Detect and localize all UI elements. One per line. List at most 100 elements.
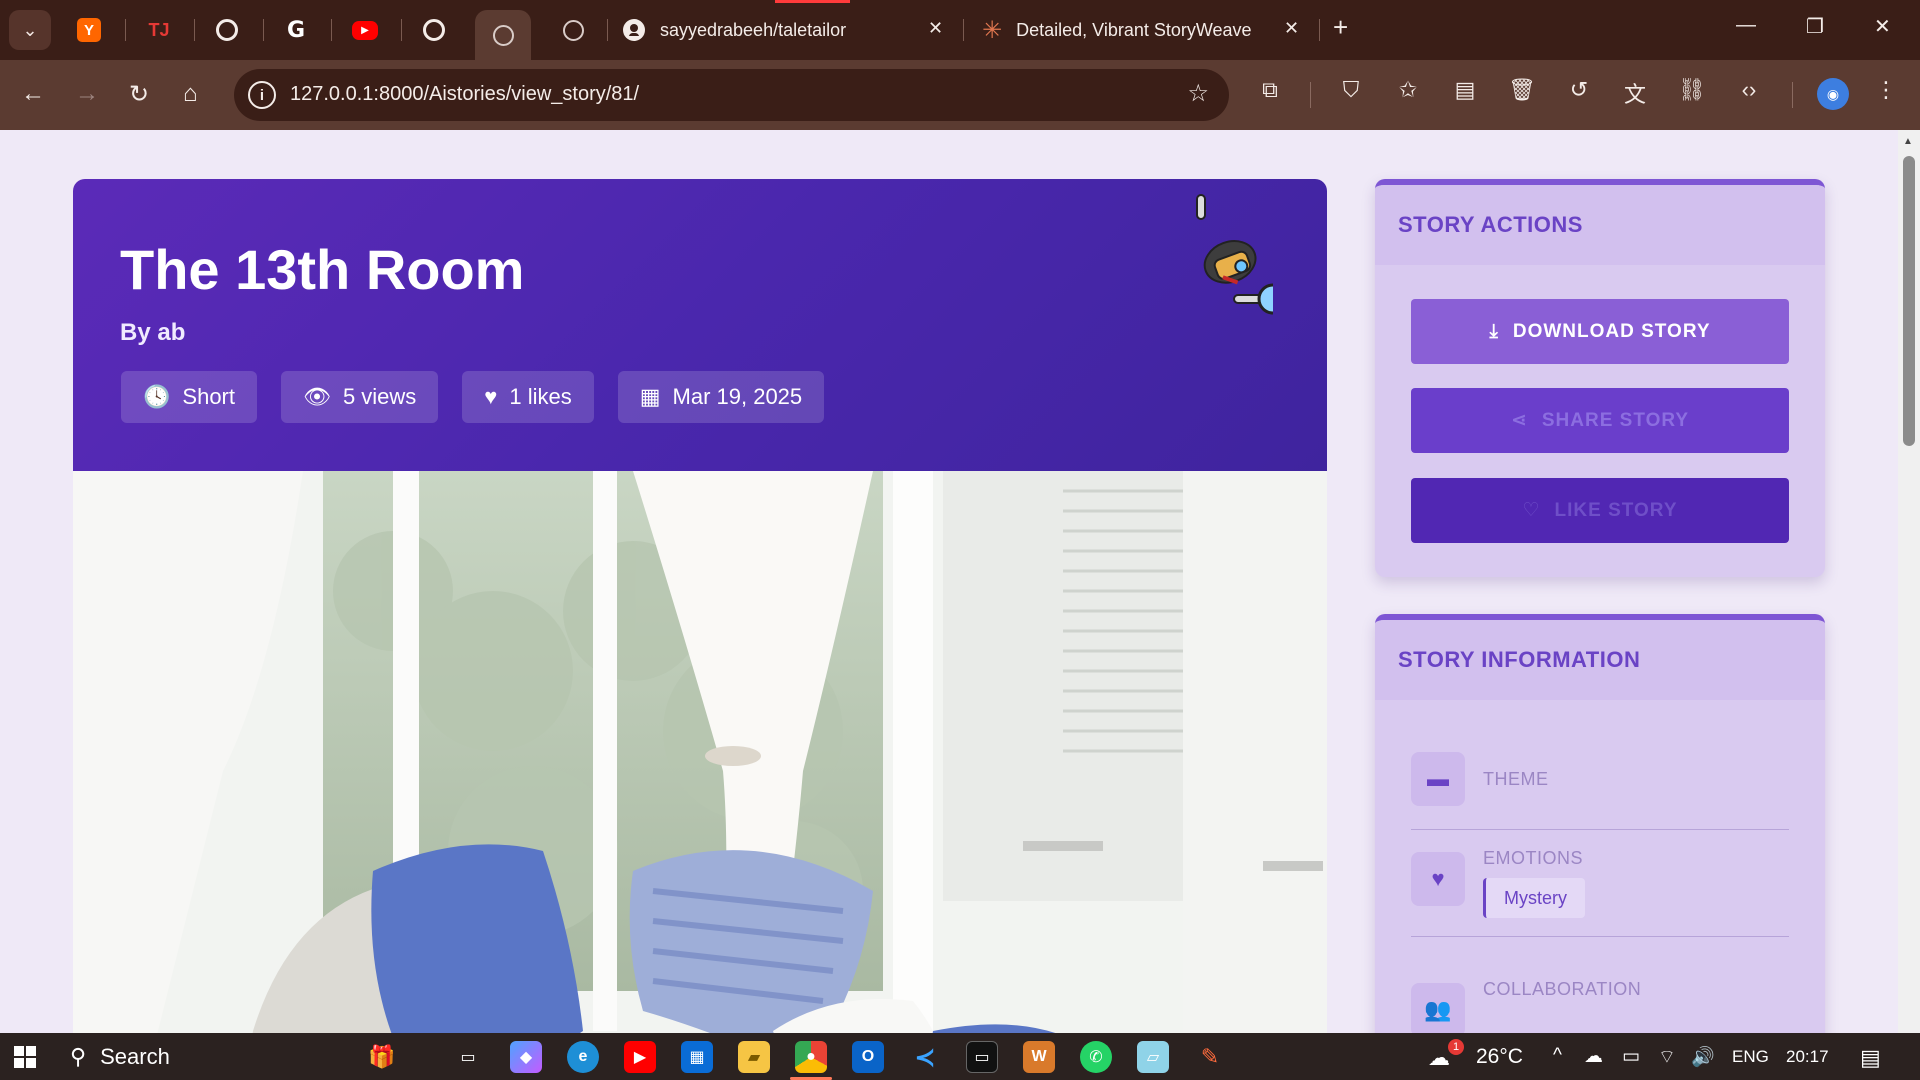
tab-claude[interactable]: ✳ Detailed, Vibrant StoryWeave R — [982, 10, 1267, 50]
story-meta: 🕓 Short 👁 5 views ♥ 1 likes ▦ Mar 19, 20… — [121, 371, 825, 423]
tj-icon: TJ — [148, 19, 170, 40]
address-bar[interactable]: i 127.0.0.1:8000/Aistories/view_story/81… — [234, 69, 1229, 121]
github-icon — [623, 19, 645, 41]
scroll-thumb[interactable] — [1903, 156, 1915, 446]
taskbar-search-label: Search — [100, 1043, 170, 1069]
edge-icon[interactable]: e — [567, 1041, 599, 1073]
page-scrollbar[interactable]: ▲ — [1898, 130, 1920, 1033]
minimize-icon[interactable]: — — [1736, 14, 1756, 37]
incognito-icon[interactable]: ⛉ — [1336, 77, 1366, 103]
battery-icon[interactable]: ▭ — [1622, 1045, 1640, 1068]
new-tab-plus-icon[interactable]: + — [1333, 12, 1348, 43]
tab-loading-indicator — [775, 0, 850, 3]
tab-openai-2[interactable] — [406, 10, 462, 50]
claude-icon: ✳ — [982, 16, 1003, 44]
link-icon[interactable]: ⛓ — [1677, 77, 1707, 103]
tray-overflow-chevron-icon[interactable]: ^ — [1553, 1045, 1562, 1067]
url-text[interactable]: 127.0.0.1:8000/Aistories/view_story/81/ — [290, 83, 639, 106]
tab-separator — [963, 19, 964, 41]
toolbar-separator — [1310, 82, 1311, 108]
share-story-button[interactable]: ⋖ SHARE STORY — [1411, 388, 1789, 453]
home-icon[interactable]: ⌂ — [183, 80, 198, 108]
restore-icon[interactable]: ❐ — [1806, 14, 1824, 39]
tab-tj[interactable]: TJ — [131, 10, 187, 50]
cover-photo — [73, 471, 1327, 1033]
file-explorer-icon[interactable]: ▰ — [738, 1041, 770, 1073]
close-tab-claude-icon[interactable]: ✕ — [1284, 18, 1299, 39]
vscode-icon[interactable]: ≺ — [909, 1041, 941, 1073]
w-app-icon[interactable]: W — [1023, 1041, 1055, 1073]
paint-app-icon[interactable]: ✎ — [1194, 1041, 1226, 1073]
download-icon: ⤓ — [1489, 320, 1499, 342]
profile-avatar[interactable]: ◉ — [1817, 78, 1849, 110]
whatsapp-icon[interactable]: ✆ — [1080, 1041, 1112, 1073]
trash-icon[interactable]: 🗑 — [1507, 77, 1537, 103]
browser-tabstrip: ⌄ Y TJ G ▶ sayyedrabeeh/taletailor ✕ ✳ D… — [0, 0, 1920, 60]
users-icon: 👥 — [1411, 983, 1465, 1033]
history-icon[interactable]: ↺ — [1564, 77, 1594, 103]
youtube-icon: ▶ — [352, 20, 378, 40]
tab-youtube[interactable]: ▶ — [337, 10, 393, 50]
tab-separator — [607, 19, 608, 41]
like-story-button[interactable]: ♡ LIKE STORY — [1411, 478, 1789, 543]
calendar-icon: ▦ — [639, 384, 661, 409]
close-tab-github-icon[interactable]: ✕ — [928, 18, 943, 39]
windows-start-icon[interactable] — [14, 1046, 36, 1068]
language-indicator[interactable]: ENG — [1732, 1047, 1769, 1067]
youtube-app-icon[interactable]: ▶ — [624, 1041, 656, 1073]
heart-outline-icon: ♡ — [1522, 500, 1541, 521]
reading-list-icon[interactable]: ▤ — [1450, 77, 1480, 103]
tab-search-button[interactable]: ⌄ — [9, 10, 51, 50]
tab-github[interactable]: sayyedrabeeh/taletailor — [622, 10, 942, 50]
taskbar-search[interactable]: ⚲ Search — [58, 1037, 418, 1076]
close-window-icon[interactable]: ✕ — [1874, 14, 1891, 39]
network-error-icon[interactable]: ☁ — [1584, 1045, 1603, 1068]
tab-ycombinator[interactable]: Y — [61, 10, 117, 50]
task-view-icon[interactable]: ▭ — [452, 1041, 484, 1073]
story-actions-panel: STORY ACTIONS ⤓ DOWNLOAD STORY ⋖ SHARE S… — [1375, 179, 1825, 577]
date-value: Mar 19, 2025 — [672, 384, 803, 409]
bookmark-star-icon[interactable]: ☆ — [1187, 79, 1209, 108]
tab-current-story[interactable] — [475, 10, 531, 60]
notes-app-icon[interactable]: ▱ — [1137, 1041, 1169, 1073]
eye-icon: 👁 — [303, 384, 331, 409]
length-badge: 🕓 Short — [121, 371, 257, 423]
tab-claude-label: Detailed, Vibrant StoryWeave R — [1016, 19, 1257, 40]
site-info-icon[interactable]: i — [248, 81, 276, 109]
openai-icon — [423, 19, 445, 41]
views-value: 5 views — [342, 384, 417, 409]
terminal-icon[interactable]: ▭ — [966, 1041, 998, 1073]
download-story-button[interactable]: ⤓ DOWNLOAD STORY — [1411, 299, 1789, 364]
gift-widget-icon[interactable]: 🎁 — [366, 1041, 398, 1073]
translate-icon[interactable]: 文 — [1620, 77, 1650, 109]
store-icon[interactable]: ▦ — [681, 1041, 713, 1073]
tab-localhost[interactable] — [545, 10, 601, 50]
forward-arrow-icon[interactable]: → — [75, 80, 99, 108]
code-icon[interactable]: ‹› — [1734, 77, 1764, 103]
theme-label: THEME — [1483, 769, 1549, 789]
browser-toolbar: ← → ↻ ⌂ i 127.0.0.1:8000/Aistories/view_… — [0, 60, 1920, 130]
tab-openai-1[interactable] — [199, 10, 255, 50]
chrome-icon[interactable]: ● — [795, 1041, 827, 1073]
weather-cloud-icon[interactable]: ☁ — [1428, 1045, 1450, 1071]
story-information-heading: STORY INFORMATION — [1375, 620, 1825, 700]
page-viewport: The 13th Room By ab 🕓 Short 👁 5 views ♥ … — [0, 130, 1898, 1033]
volume-icon[interactable]: 🔊 — [1691, 1045, 1715, 1069]
more-menu-icon[interactable]: ⋮ — [1871, 77, 1901, 103]
collaboration-label: COLLABORATION — [1483, 979, 1642, 999]
tab-google[interactable]: G — [268, 10, 324, 50]
share-story-label: SHARE STORY — [1541, 409, 1690, 431]
weather-badge: 1 — [1448, 1039, 1464, 1055]
extensions-puzzle-icon[interactable]: ⧉ — [1255, 77, 1285, 103]
weather-temp[interactable]: 26°C — [1476, 1045, 1523, 1069]
scroll-up-arrow-icon[interactable]: ▲ — [1903, 136, 1913, 147]
wifi-icon[interactable]: ⌔ — [1658, 1045, 1676, 1069]
clock-time[interactable]: 20:17 — [1786, 1047, 1829, 1067]
copilot-icon[interactable]: ◆ — [510, 1041, 542, 1073]
outlook-icon[interactable]: O — [852, 1041, 884, 1073]
notifications-icon[interactable]: ▤ — [1860, 1045, 1881, 1071]
favorites-star-icon[interactable]: ✩ — [1393, 77, 1423, 103]
back-arrow-icon[interactable]: ← — [21, 80, 45, 108]
reload-icon[interactable]: ↻ — [129, 80, 149, 109]
like-story-label: LIKE STORY — [1554, 499, 1678, 521]
